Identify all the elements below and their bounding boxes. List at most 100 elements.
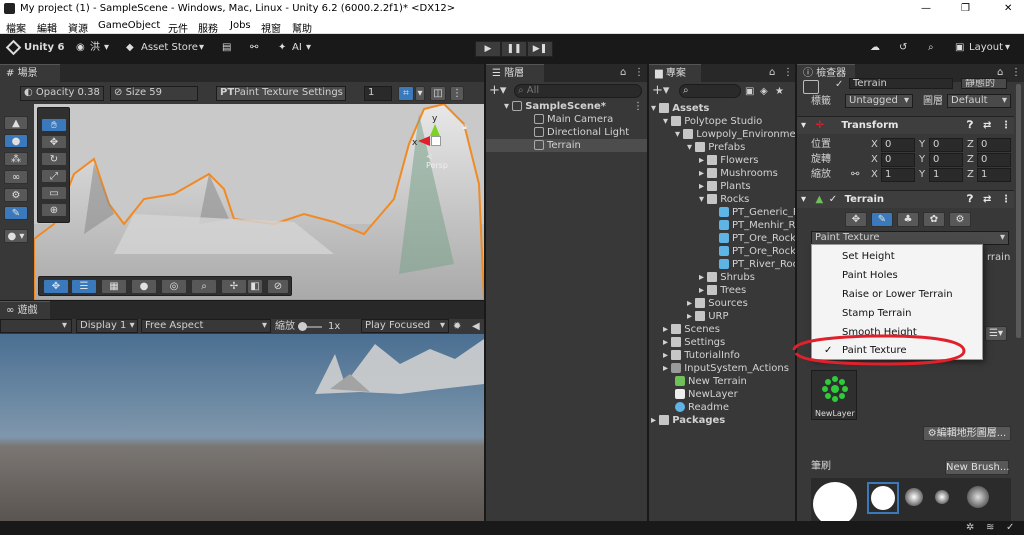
pos-y-field[interactable]: 0 (929, 138, 963, 152)
menu-window[interactable]: 視窗 (261, 20, 281, 35)
menu-edit[interactable]: 編輯 (37, 20, 57, 35)
hierarchy-search-input[interactable]: ⌕ All (514, 84, 642, 98)
expand-arrow-icon[interactable]: ▾ (675, 129, 680, 140)
project-item-new-terrain[interactable]: New Terrain (675, 375, 747, 388)
hierarchy-menu-icon[interactable]: ⋮ (634, 66, 644, 79)
project-item-scenes[interactable]: ▸ Scenes (663, 323, 720, 336)
tab-hierarchy[interactable]: ☰ 階層 (486, 64, 544, 82)
collapse-arrow-icon[interactable]: ▸ (663, 324, 668, 335)
scale-tool-icon[interactable]: ⤢ (41, 169, 67, 183)
cloud-icon[interactable]: ☁ (870, 39, 880, 57)
rot-z-field[interactable]: 0 (977, 153, 1011, 167)
play-focused-dropdown[interactable]: Play Focused ▾ (361, 319, 449, 333)
help-icon[interactable]: ❓︎ (967, 117, 973, 135)
tool-tab-trees-icon[interactable]: ♣ (897, 212, 919, 227)
hand-tool-icon[interactable]: ✋︎ (41, 118, 67, 132)
rect-tool-icon[interactable]: ▭ (41, 186, 67, 200)
menu-gameobject[interactable]: GameObject (98, 20, 160, 31)
project-item-rocks[interactable]: ▾ Rocks (699, 193, 749, 206)
project-item-trees[interactable]: ▸ Trees (699, 284, 746, 297)
overlay-target-icon[interactable]: ◎ (161, 279, 187, 294)
project-item-newlayer[interactable]: NewLayer (675, 388, 738, 401)
component-menu-icon[interactable]: ⋮ (1001, 191, 1011, 209)
bug-icon[interactable]: ✲ (966, 522, 974, 533)
project-item-sources[interactable]: ▸ Sources (687, 297, 748, 310)
expand-arrow-icon[interactable]: ▾ (687, 142, 692, 153)
overlay-search-icon[interactable]: ⌕ (191, 279, 217, 294)
scale-link-icon[interactable]: ⚯ (851, 168, 859, 181)
hierarchy-add-button[interactable]: +▾ (489, 84, 506, 97)
game-mode-dropdown[interactable]: ▾ (0, 319, 72, 333)
project-item-flowers[interactable]: ▸ Flowers (699, 154, 759, 167)
brush-tool-icon[interactable]: ✎ (4, 206, 28, 220)
terrain-layer-tile[interactable]: NewLayer (811, 370, 857, 420)
project-lock-icon[interactable]: ⌂ (769, 66, 775, 79)
overlay-paint-icon[interactable]: ◧ (247, 279, 263, 294)
history-icon[interactable]: ↺ (899, 39, 907, 57)
project-item-assets[interactable]: ▾ Assets (651, 102, 709, 115)
project-search-input[interactable]: ⌕ (679, 84, 741, 98)
project-item-prefab[interactable]: PT_Ore_Rock_ (719, 245, 795, 258)
asset-store-button[interactable]: Asset Store (141, 39, 198, 57)
collapse-arrow-icon[interactable]: ▸ (699, 285, 704, 296)
tab-project[interactable]: ▆ 專案 (649, 64, 701, 82)
project-item-prefab[interactable]: PT_River_Rock (719, 258, 795, 271)
layout-button[interactable]: Layout (969, 39, 1003, 57)
project-item-shrubs[interactable]: ▸ Shrubs (699, 271, 755, 284)
account-button[interactable]: 洪 (90, 39, 100, 57)
tool-tab-details-icon[interactable]: ✿ (923, 212, 945, 227)
brush-count-field[interactable]: 1 (364, 86, 392, 101)
project-item-packages[interactable]: ▸ Packages (651, 414, 725, 427)
tool-tab-paint-icon[interactable]: ✎ (871, 212, 893, 227)
hierarchy-item-terrain[interactable]: Terrain (486, 139, 647, 152)
scl-z-field[interactable]: 1 (977, 168, 1011, 182)
step-button[interactable]: ▶❚ (527, 41, 553, 57)
layer-options-icon[interactable]: ☰▾ (985, 326, 1007, 341)
brush-soft-tiny[interactable] (935, 490, 949, 504)
enabled-checkbox-icon[interactable]: ✓ (829, 194, 837, 205)
scene-lighting-button[interactable]: ◫ (430, 86, 446, 101)
pos-z-field[interactable]: 0 (977, 138, 1011, 152)
tool-tab-create-neighbor-icon[interactable]: ✥ (845, 212, 867, 227)
game-settings-icon[interactable]: ✹ (453, 320, 461, 333)
collapse-arrow-icon[interactable]: ▸ (699, 181, 704, 192)
opacity-field[interactable]: ◐ Opacity 0.38 (20, 86, 104, 101)
project-item-settings[interactable]: ▸ Settings (663, 336, 725, 349)
expand-arrow-icon[interactable]: ▾ (504, 101, 509, 112)
sculpt-tool-icon[interactable]: ▲ (4, 116, 28, 130)
collapse-arrow-icon[interactable]: ▸ (699, 272, 704, 283)
scene-menu-icon[interactable]: ⋮ (633, 100, 643, 113)
scl-y-field[interactable]: 1 (929, 168, 963, 182)
preset-icon[interactable]: ⇄ (983, 117, 991, 135)
hierarchy-item-directional-light[interactable]: Directional Light (486, 126, 647, 139)
ai-button[interactable]: AI (292, 39, 302, 57)
scene-viewport[interactable]: y x < Persp 🔒︎ ✥ ☰ ▦ ● ◎ ⌕ ✢ ◧ ⊘ (34, 104, 484, 300)
collapse-arrow-icon[interactable]: ▸ (663, 363, 668, 374)
move-tool-icon[interactable]: ✥ (41, 135, 67, 149)
brush-noise[interactable] (967, 486, 989, 508)
brush-soft-small[interactable] (905, 488, 923, 506)
paint-texture-settings-dropdown[interactable]: PTPaint Texture Settings ▾ (216, 86, 346, 101)
project-item-lowpoly-environments[interactable]: ▾ Lowpoly_Environments (675, 128, 795, 141)
unity-version-label[interactable]: Unity 6 (24, 39, 64, 57)
display-dropdown[interactable]: Display 1 ▾ (76, 319, 138, 333)
collapse-arrow-icon[interactable]: ▸ (651, 415, 656, 426)
tab-scene[interactable]: # 場景 (0, 64, 60, 82)
overlay-hatch-icon[interactable]: ▦ (101, 279, 127, 294)
paint-tool-icon[interactable]: ● (4, 134, 28, 148)
rot-y-field[interactable]: 0 (929, 153, 963, 167)
expand-arrow-icon[interactable]: ▾ (801, 194, 806, 205)
transform-tool-icon[interactable]: ⊕ (41, 203, 67, 217)
menu-assets[interactable]: 資源 (68, 20, 88, 35)
collapse-arrow-icon[interactable]: ▸ (687, 298, 692, 309)
menu-item-stamp-terrain[interactable]: Stamp Terrain (812, 304, 984, 323)
project-item-prefabs[interactable]: ▾ Prefabs (687, 141, 745, 154)
hierarchy-lock-icon[interactable]: ⌂ (620, 66, 626, 79)
transform-header[interactable]: ▾ ✛ Transform ❓︎ ⇄ ⋮ (797, 116, 1014, 134)
menu-jobs[interactable]: Jobs (230, 20, 251, 31)
collapse-arrow-icon[interactable]: ▸ (663, 350, 668, 361)
overlay-layers-icon[interactable]: ☰ (71, 279, 97, 294)
persp-label[interactable]: < Persp (426, 152, 452, 170)
expand-arrow-icon[interactable]: ▾ (801, 120, 806, 131)
account-chevron-down-icon[interactable]: ▾ (104, 39, 109, 57)
